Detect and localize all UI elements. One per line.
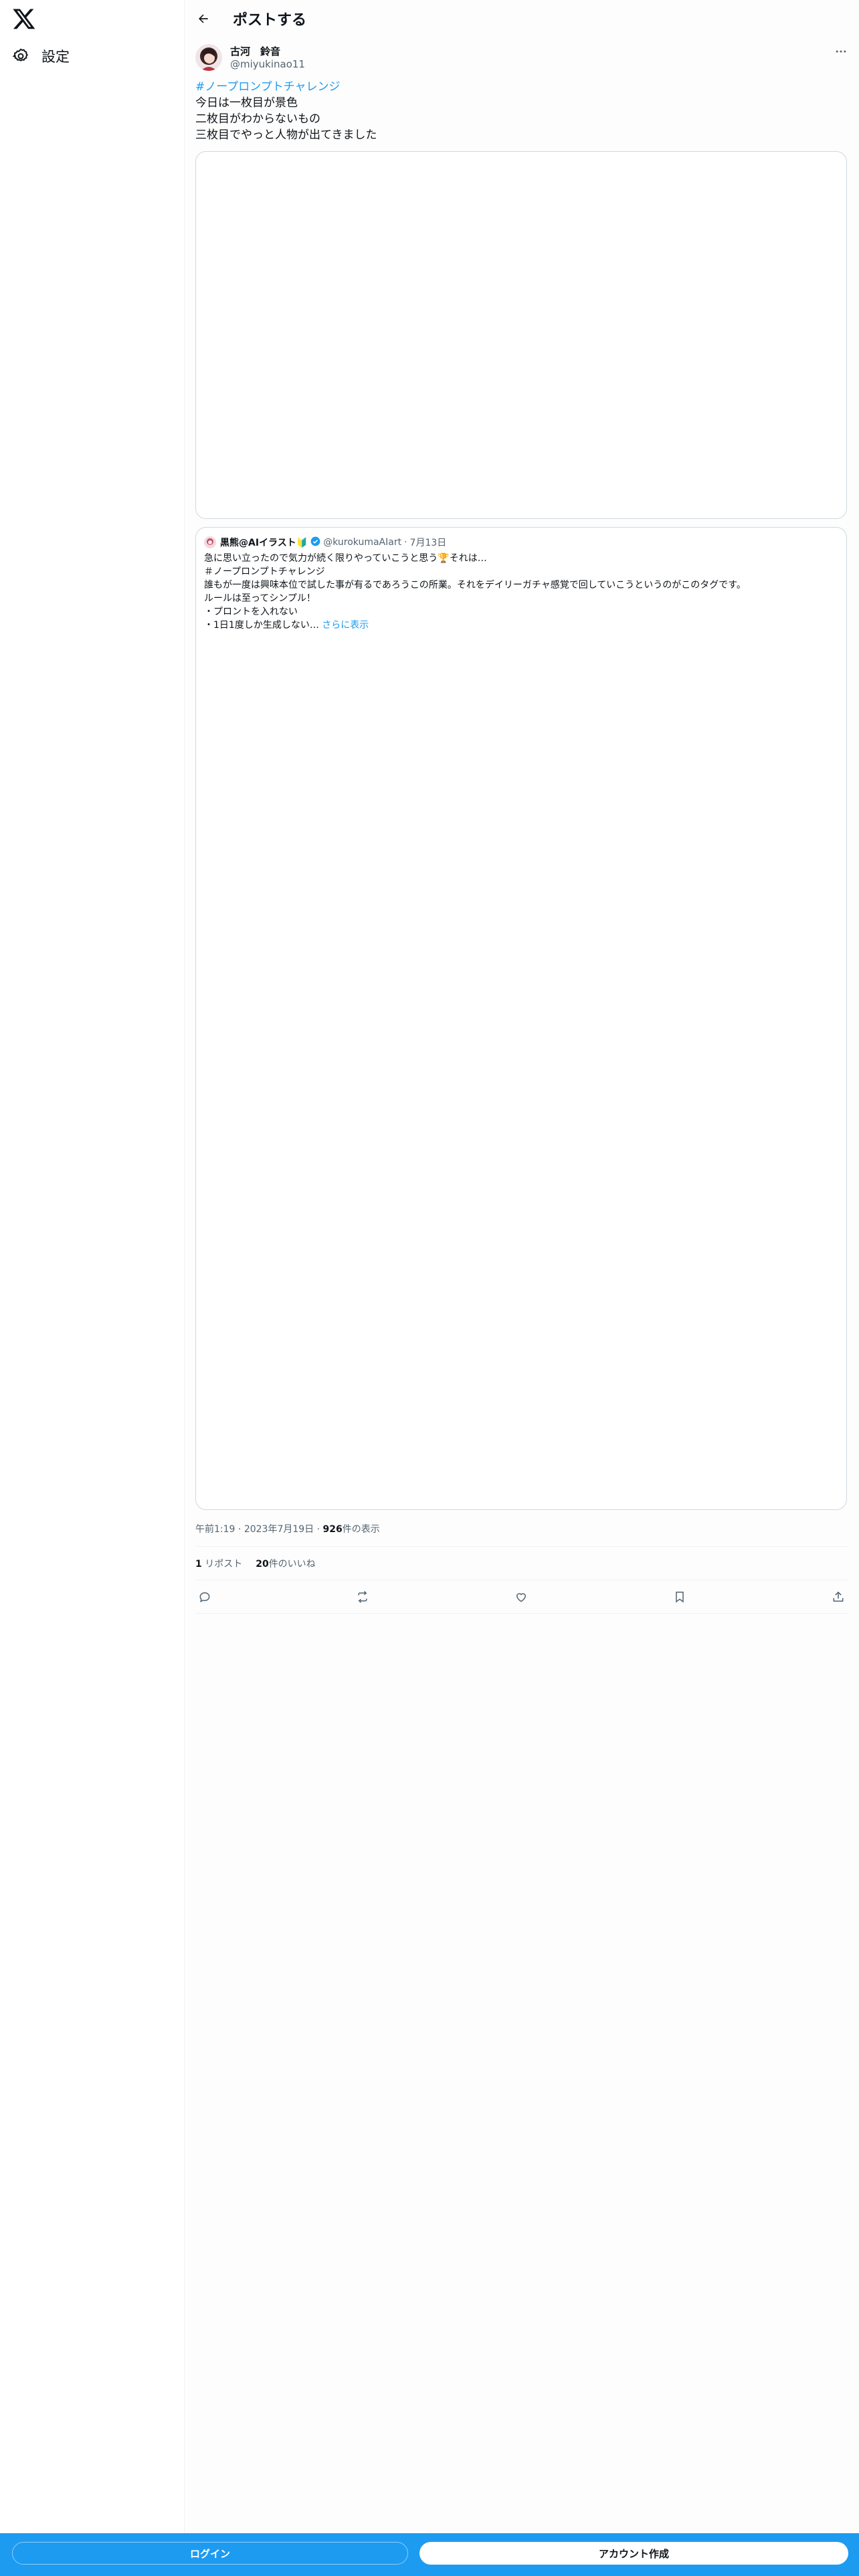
- repost-count-value: 1: [195, 1559, 202, 1570]
- engagement-counts: 1 リポスト 20件のいいね: [195, 1557, 316, 1570]
- repost-count[interactable]: 1 リポスト: [195, 1557, 242, 1570]
- quote-line-text: ・1日1度しか生成しない…: [204, 620, 319, 631]
- author-handle[interactable]: @miyukinao11: [230, 58, 305, 70]
- main-column: ポストする 古河 鈴音 @miyukinao11 #ノープロンプトチャレンジ 今…: [184, 0, 859, 2576]
- meta-separator: ·: [316, 1524, 320, 1535]
- quote-text: 急に思い立ったので気力が続く限りやっていこうと思う🏆それは… ＃ノープロンプトチ…: [204, 552, 836, 632]
- left-nav: 設定: [0, 0, 184, 2576]
- post-date[interactable]: 2023年7月19日: [244, 1524, 314, 1535]
- action-bar: [185, 1585, 859, 1609]
- repost-count-label: リポスト: [205, 1559, 243, 1570]
- share-icon[interactable]: [829, 1588, 848, 1606]
- post-hashtag[interactable]: #ノープロンプトチャレンジ: [195, 79, 844, 95]
- post-line: 二枚目がわからないもの: [195, 112, 320, 126]
- signup-button[interactable]: アカウント作成: [419, 2542, 848, 2565]
- quote-line: ＃ノープロンプトチャレンジ: [204, 566, 325, 577]
- divider: [195, 1546, 849, 1547]
- back-arrow-icon[interactable]: [193, 8, 214, 29]
- quote-header: 黒熊@AIイラスト🔰 @kurokumaAIart · 7月13日: [204, 536, 446, 549]
- post-line: 三枚目でやっと人物が出てきました: [195, 128, 377, 142]
- quote-line: 誰もが一度は興味本位で試した事が有るであろうこの所業。それをデイリーガチャ感覚で…: [204, 580, 746, 591]
- quote-line-last: ・1日1度しか生成しない… さらに表示: [204, 619, 836, 632]
- like-count-label: 件のいいね: [268, 1559, 316, 1570]
- x-logo-icon[interactable]: [12, 7, 36, 31]
- post-line: 今日は一枚目が景色: [195, 96, 298, 110]
- page-header: ポストする: [185, 0, 859, 37]
- like-count[interactable]: 20件のいいね: [256, 1557, 315, 1570]
- reply-icon[interactable]: [195, 1588, 214, 1606]
- quote-separator: ·: [404, 537, 407, 548]
- quote-avatar: [204, 536, 216, 548]
- quote-line: 急に思い立ったので気力が続く限りやっていこうと思う🏆それは…: [204, 553, 487, 564]
- quote-author-name: 黒熊@AIイラスト🔰: [220, 538, 308, 548]
- page-title: ポストする: [233, 12, 307, 29]
- nav-settings-label: 設定: [41, 49, 70, 65]
- view-count: 926: [322, 1524, 343, 1535]
- gear-icon: [12, 47, 29, 65]
- quoted-post[interactable]: 黒熊@AIイラスト🔰 @kurokumaAIart · 7月13日 急に思い立っ…: [195, 527, 847, 1510]
- bookmark-icon[interactable]: [670, 1588, 689, 1606]
- post-time[interactable]: 午前1:19: [195, 1524, 235, 1535]
- verified-badge-icon: [310, 536, 320, 549]
- quote-line: ルールは至ってシンプル！: [204, 593, 316, 604]
- post-text: #ノープロンプトチャレンジ 今日は一枚目が景色 二枚目がわからないもの 三枚目で…: [195, 79, 844, 143]
- like-icon[interactable]: [512, 1588, 531, 1606]
- login-button[interactable]: ログイン: [12, 2542, 408, 2565]
- post-meta: 午前1:19 · 2023年7月19日 · 926件の表示: [195, 1522, 380, 1535]
- show-more-link[interactable]: さらに表示: [322, 620, 369, 631]
- author-name[interactable]: 古河 鈴音: [230, 44, 280, 58]
- view-count-label: 件の表示: [342, 1524, 380, 1535]
- quote-date: 7月13日: [409, 538, 447, 548]
- quote-author-handle: @kurokumaAIart: [323, 537, 402, 548]
- post-media[interactable]: [195, 151, 847, 519]
- meta-separator: ·: [237, 1524, 242, 1535]
- nav-settings[interactable]: 設定: [12, 43, 70, 70]
- more-icon[interactable]: [831, 41, 851, 62]
- repost-icon[interactable]: [353, 1588, 372, 1606]
- avatar[interactable]: [195, 44, 222, 71]
- quote-line: ・プロントを入れない: [204, 607, 298, 617]
- bottom-bar: ログイン アカウント作成: [0, 2533, 859, 2576]
- divider: [195, 1613, 849, 1614]
- like-count-value: 20: [256, 1559, 269, 1570]
